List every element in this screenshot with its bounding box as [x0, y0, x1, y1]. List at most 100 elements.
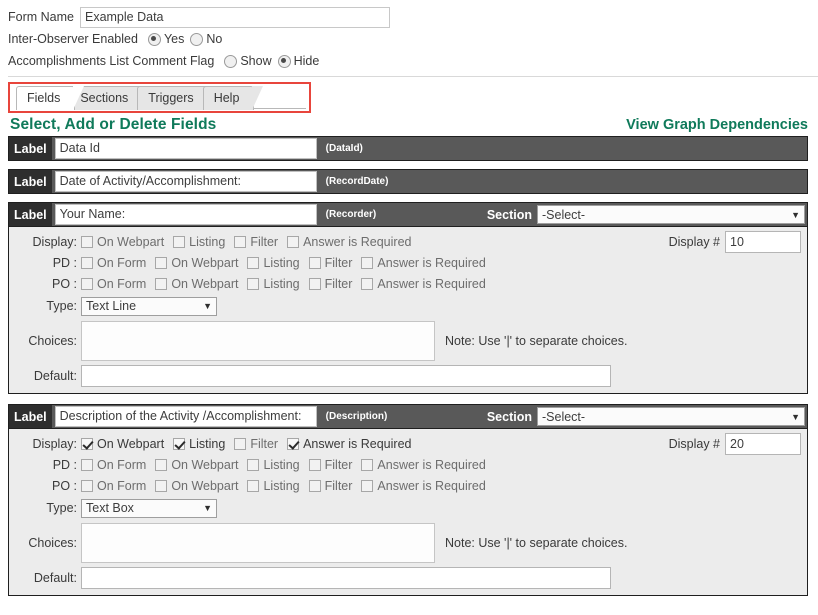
po-filter-recorder[interactable]: Filter	[308, 277, 352, 291]
checkbox-icon[interactable]	[361, 479, 374, 492]
po-answer-required-description[interactable]: Answer is Required	[361, 479, 486, 493]
checkbox-label: Listing	[189, 234, 226, 249]
section-select-value-description: -Select-	[542, 409, 586, 424]
po-on-form-description[interactable]: On Form	[81, 479, 146, 493]
radio-hide-icon[interactable]	[277, 54, 291, 68]
pd-listing-description[interactable]: Listing	[247, 458, 300, 472]
field-detail-panel-recorder: Display: On Webpart Listing Filter Answe…	[8, 227, 808, 394]
checkbox-icon[interactable]	[247, 277, 260, 290]
pd-label: PD :	[52, 255, 77, 270]
default-input-recorder[interactable]	[81, 365, 611, 387]
po-on-form-recorder[interactable]: On Form	[81, 277, 146, 291]
checkbox-icon[interactable]	[155, 256, 168, 269]
choices-textarea-description[interactable]	[81, 523, 435, 563]
type-select-description[interactable]: Text Box ▼	[81, 498, 217, 518]
display-on-webpart-recorder[interactable]: On Webpart	[81, 235, 164, 249]
section-select-description[interactable]: -Select- ▼	[537, 407, 805, 426]
checkbox-icon[interactable]	[247, 256, 260, 269]
field-label-input-description[interactable]	[54, 406, 317, 427]
display-answer-required-description[interactable]: Answer is Required	[287, 437, 411, 451]
checkbox-icon[interactable]	[155, 479, 168, 492]
display-filter-description[interactable]: Filter	[234, 437, 278, 451]
radio-show-icon[interactable]	[224, 54, 238, 68]
pd-answer-required-description[interactable]: Answer is Required	[361, 458, 486, 472]
pd-filter-description[interactable]: Filter	[308, 458, 352, 472]
po-filter-description[interactable]: Filter	[308, 478, 353, 493]
comment-flag-show-option[interactable]: Show	[224, 54, 277, 68]
po-on-webpart-description[interactable]: On Webpart	[155, 479, 238, 493]
field-detail-panel-description: Display: On Webpart Listing Filter Answe…	[8, 429, 808, 596]
checkbox-icon[interactable]	[155, 277, 168, 290]
checkbox-icon[interactable]	[234, 235, 247, 248]
checkbox-icon[interactable]	[81, 437, 93, 450]
pd-listing-recorder[interactable]: Listing	[247, 256, 300, 270]
checkbox-icon[interactable]	[287, 437, 300, 450]
display-answer-required-recorder[interactable]: Answer is Required	[287, 235, 411, 249]
checkbox-icon[interactable]	[361, 277, 374, 290]
checkbox-icon[interactable]	[308, 458, 321, 471]
inter-observer-no-option[interactable]: No	[190, 32, 228, 46]
field-label-input-recorder[interactable]	[54, 204, 317, 225]
radio-yes-label: Yes	[163, 32, 185, 46]
checkbox-icon[interactable]	[234, 437, 247, 450]
tab-fields[interactable]: Fields	[16, 86, 85, 110]
checkbox-label: Filter	[324, 478, 353, 493]
checkbox-icon[interactable]	[247, 479, 260, 492]
checkbox-icon[interactable]	[287, 235, 300, 248]
field-label-input-recorddate[interactable]	[54, 171, 317, 192]
display-on-webpart-description[interactable]: On Webpart	[81, 437, 164, 451]
default-input-description[interactable]	[81, 567, 611, 589]
checkbox-icon[interactable]	[173, 235, 186, 248]
display-listing-recorder[interactable]: Listing	[173, 235, 225, 249]
pd-answer-required-recorder[interactable]: Answer is Required	[361, 255, 486, 270]
view-graph-dependencies-link[interactable]: View Graph Dependencies	[626, 117, 808, 133]
field-label-input-dataid[interactable]	[54, 138, 317, 159]
po-listing-description[interactable]: Listing	[247, 478, 300, 493]
choices-row-description: Choices: Note: Use '|' to separate choic…	[9, 523, 807, 563]
type-label: Type:	[46, 299, 77, 313]
checkbox-icon[interactable]	[308, 256, 321, 269]
checkbox-icon[interactable]	[81, 479, 93, 492]
form-designer-page: Form Name Inter-Observer Enabled Yes No …	[0, 0, 818, 615]
pd-on-form-description[interactable]: On Form	[81, 458, 146, 472]
section-select-recorder[interactable]: -Select- ▼	[537, 205, 805, 224]
checkbox-icon[interactable]	[155, 458, 168, 471]
checkbox-icon[interactable]	[247, 458, 260, 471]
checkbox-icon[interactable]	[173, 437, 186, 450]
display-filter-recorder[interactable]: Filter	[234, 235, 278, 249]
checkbox-icon[interactable]	[81, 458, 93, 471]
default-label: Default:	[33, 369, 77, 383]
checkbox-icon[interactable]	[81, 256, 93, 269]
checkbox-label: Answer is Required	[377, 276, 486, 291]
po-answer-required-recorder[interactable]: Answer is Required	[361, 276, 486, 291]
form-name-input[interactable]	[79, 6, 390, 28]
comment-flag-hide-option[interactable]: Hide	[277, 54, 326, 68]
checkbox-icon[interactable]	[361, 458, 374, 471]
inter-observer-yes-option[interactable]: Yes	[147, 32, 190, 46]
display-number-input-description[interactable]	[725, 432, 801, 455]
checkbox-icon[interactable]	[308, 479, 321, 492]
field-row-dataid: Label (DataId)	[8, 136, 808, 161]
checkbox-label: Listing	[263, 478, 300, 493]
type-select-recorder[interactable]: Text Line ▼	[81, 296, 217, 316]
radio-yes-icon[interactable]	[147, 32, 161, 46]
display-listing-description[interactable]: Listing	[173, 437, 225, 451]
checkbox-icon[interactable]	[361, 256, 374, 269]
pd-on-form-recorder[interactable]: On Form	[81, 256, 146, 270]
display-number-input-recorder[interactable]	[725, 230, 801, 253]
radio-no-icon[interactable]	[190, 32, 204, 46]
pd-filter-recorder[interactable]: Filter	[308, 256, 352, 270]
checkbox-icon[interactable]	[308, 277, 321, 290]
pd-on-webpart-description[interactable]: On Webpart	[155, 458, 238, 472]
label-badge: Label	[9, 405, 52, 428]
choices-textarea-recorder[interactable]	[81, 321, 435, 361]
po-listing-recorder[interactable]: Listing	[247, 277, 300, 291]
checkbox-label: Answer is Required	[377, 255, 486, 270]
checkbox-icon[interactable]	[81, 277, 93, 290]
checkbox-label: Filter	[250, 436, 279, 451]
checkbox-icon[interactable]	[81, 235, 93, 248]
field-row-recorder: Label (Recorder) Section -Select- ▼	[8, 202, 808, 227]
po-on-webpart-recorder[interactable]: On Webpart	[155, 277, 238, 291]
po-label: PO :	[51, 478, 77, 493]
pd-on-webpart-recorder[interactable]: On Webpart	[155, 256, 238, 270]
